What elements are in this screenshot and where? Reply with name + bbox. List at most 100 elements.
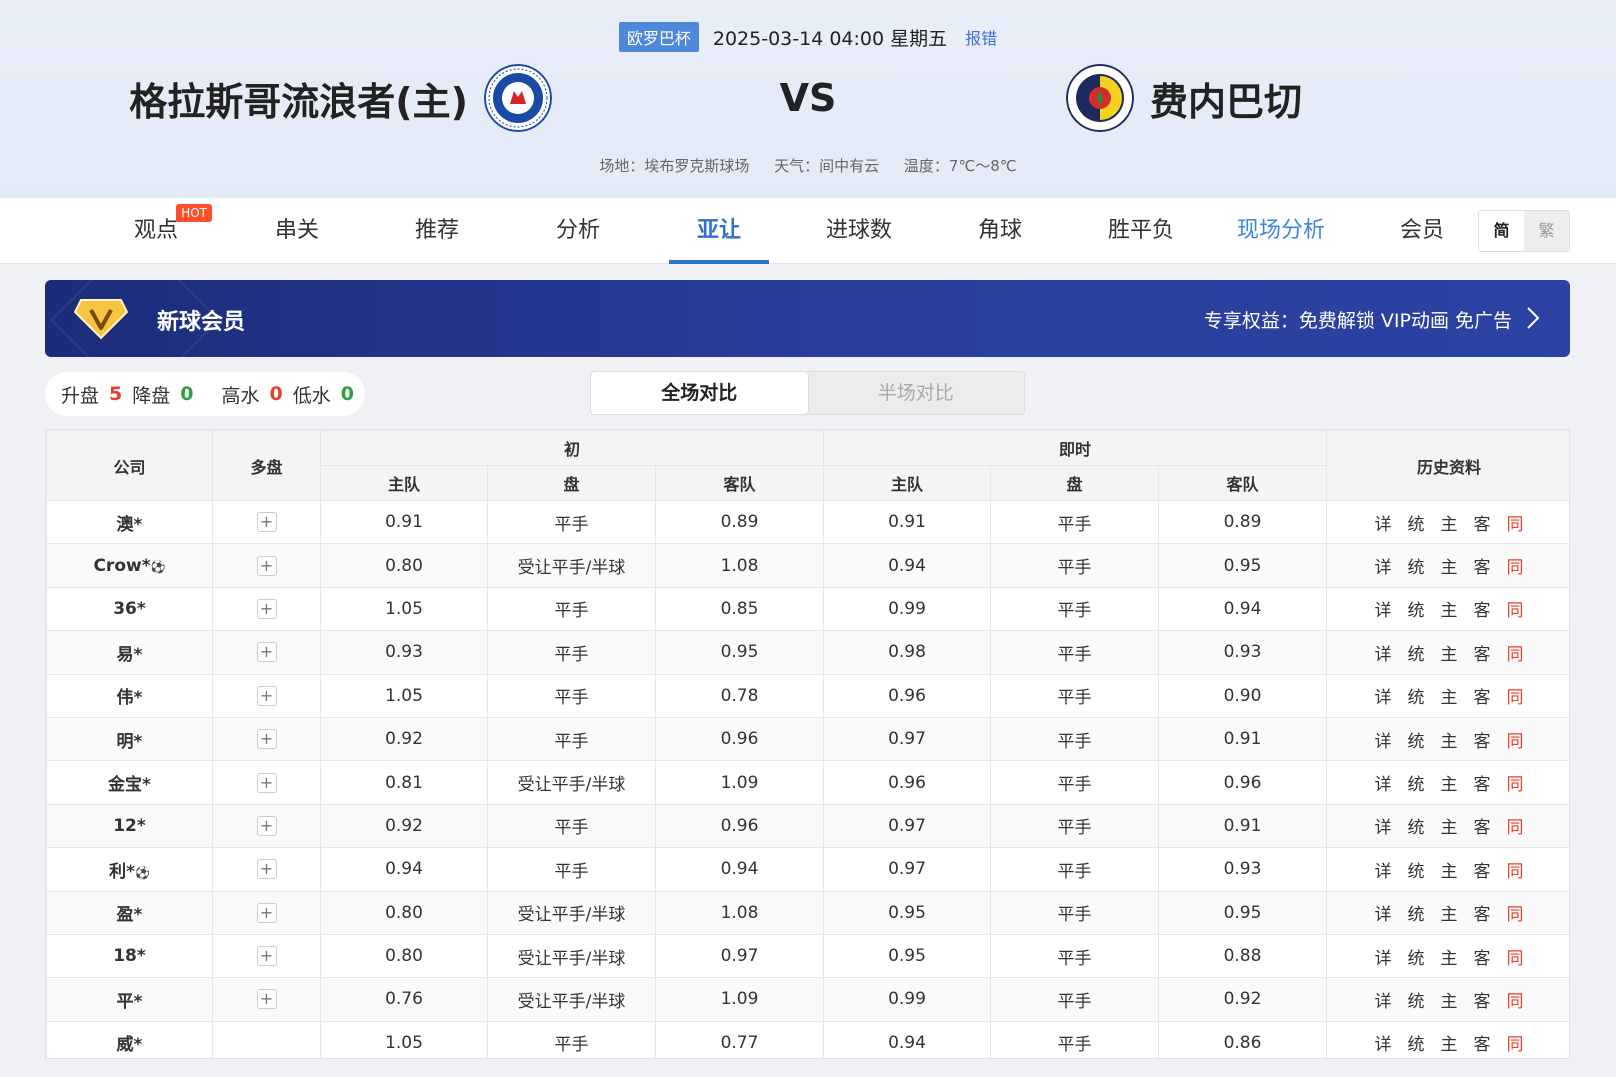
away-history-link[interactable]: 客 bbox=[1474, 944, 1491, 969]
same-handicap-link[interactable]: 同 bbox=[1507, 900, 1524, 925]
away-team[interactable]: 费内巴切 bbox=[1066, 64, 1302, 132]
detail-link[interactable]: 详 bbox=[1375, 857, 1392, 882]
stats-link[interactable]: 统 bbox=[1408, 900, 1425, 925]
tab-1x2[interactable]: 胜平负 bbox=[1091, 198, 1191, 264]
same-handicap-link[interactable]: 同 bbox=[1507, 987, 1524, 1012]
tab-analysis[interactable]: 分析 bbox=[528, 198, 628, 264]
same-handicap-link[interactable]: 同 bbox=[1507, 813, 1524, 838]
home-history-link[interactable]: 主 bbox=[1441, 640, 1458, 665]
detail-link[interactable]: 详 bbox=[1375, 987, 1392, 1012]
home-history-link[interactable]: 主 bbox=[1441, 987, 1458, 1012]
stats-link[interactable]: 统 bbox=[1408, 944, 1425, 969]
company-cell[interactable]: 澳* bbox=[46, 499, 213, 545]
away-history-link[interactable]: 客 bbox=[1474, 1030, 1491, 1055]
detail-link[interactable]: 详 bbox=[1375, 640, 1392, 665]
stats-link[interactable]: 统 bbox=[1408, 857, 1425, 882]
expand-plus-icon[interactable]: + bbox=[256, 555, 277, 576]
detail-link[interactable]: 详 bbox=[1375, 900, 1392, 925]
tab-corners[interactable]: 角球 bbox=[950, 198, 1050, 264]
company-cell[interactable]: 明* bbox=[46, 716, 213, 762]
away-history-link[interactable]: 客 bbox=[1474, 857, 1491, 882]
detail-link[interactable]: 详 bbox=[1375, 727, 1392, 752]
company-cell[interactable]: 易* bbox=[46, 630, 213, 675]
away-history-link[interactable]: 客 bbox=[1474, 727, 1491, 752]
expand-plus-icon[interactable]: + bbox=[256, 512, 277, 533]
stats-link[interactable]: 统 bbox=[1408, 770, 1425, 795]
lang-traditional-button[interactable]: 繁 bbox=[1524, 211, 1569, 251]
stats-link[interactable]: 统 bbox=[1408, 510, 1425, 535]
away-history-link[interactable]: 客 bbox=[1474, 640, 1491, 665]
away-history-link[interactable]: 客 bbox=[1474, 596, 1491, 621]
away-history-link[interactable]: 客 bbox=[1474, 813, 1491, 838]
home-history-link[interactable]: 主 bbox=[1441, 510, 1458, 535]
expand-plus-icon[interactable]: + bbox=[256, 946, 277, 967]
stats-link[interactable]: 统 bbox=[1408, 683, 1425, 708]
same-handicap-link[interactable]: 同 bbox=[1507, 553, 1524, 578]
tab-membership[interactable]: 会员 bbox=[1372, 198, 1472, 264]
home-history-link[interactable]: 主 bbox=[1441, 857, 1458, 882]
detail-link[interactable]: 详 bbox=[1375, 510, 1392, 535]
home-history-link[interactable]: 主 bbox=[1441, 770, 1458, 795]
detail-link[interactable]: 详 bbox=[1375, 813, 1392, 838]
tab-parlay[interactable]: 串关 bbox=[247, 198, 347, 264]
detail-link[interactable]: 详 bbox=[1375, 1030, 1392, 1055]
same-handicap-link[interactable]: 同 bbox=[1507, 1030, 1524, 1055]
away-history-link[interactable]: 客 bbox=[1474, 510, 1491, 535]
tab-viewpoint[interactable]: 观点 HOT bbox=[106, 198, 212, 264]
home-history-link[interactable]: 主 bbox=[1441, 553, 1458, 578]
full-match-tab[interactable]: 全场对比 bbox=[591, 372, 808, 414]
company-cell[interactable]: 平* bbox=[46, 977, 213, 1022]
detail-link[interactable]: 详 bbox=[1375, 683, 1392, 708]
same-handicap-link[interactable]: 同 bbox=[1507, 857, 1524, 882]
same-handicap-link[interactable]: 同 bbox=[1507, 596, 1524, 621]
detail-link[interactable]: 详 bbox=[1375, 553, 1392, 578]
stats-link[interactable]: 统 bbox=[1408, 727, 1425, 752]
away-history-link[interactable]: 客 bbox=[1474, 900, 1491, 925]
expand-plus-icon[interactable]: + bbox=[256, 598, 277, 619]
company-cell[interactable]: 金宝* bbox=[46, 760, 213, 805]
stats-link[interactable]: 统 bbox=[1408, 987, 1425, 1012]
report-error-link[interactable]: 报错 bbox=[965, 25, 997, 49]
stats-link[interactable]: 统 bbox=[1408, 813, 1425, 838]
vip-banner[interactable]: 新球会员 专享权益：免费解锁 VIP动画 免广告 bbox=[45, 280, 1570, 357]
same-handicap-link[interactable]: 同 bbox=[1507, 727, 1524, 752]
company-cell[interactable]: 18* bbox=[46, 933, 213, 979]
company-cell[interactable]: Crow*⚽ bbox=[46, 543, 213, 588]
expand-plus-icon[interactable]: + bbox=[256, 729, 277, 750]
lang-simplified-button[interactable]: 简 bbox=[1479, 211, 1524, 251]
company-cell[interactable]: 利*⚽ bbox=[46, 847, 213, 892]
home-history-link[interactable]: 主 bbox=[1441, 813, 1458, 838]
tab-asian-handicap[interactable]: 亚让 bbox=[669, 198, 769, 264]
expand-plus-icon[interactable]: + bbox=[256, 989, 277, 1010]
home-history-link[interactable]: 主 bbox=[1441, 1030, 1458, 1055]
tab-goals[interactable]: 进球数 bbox=[809, 198, 909, 264]
league-badge[interactable]: 欧罗巴杯 bbox=[618, 22, 699, 52]
home-history-link[interactable]: 主 bbox=[1441, 900, 1458, 925]
home-history-link[interactable]: 主 bbox=[1441, 944, 1458, 969]
expand-plus-icon[interactable]: + bbox=[256, 642, 277, 663]
stats-link[interactable]: 统 bbox=[1408, 1030, 1425, 1055]
home-history-link[interactable]: 主 bbox=[1441, 727, 1458, 752]
home-history-link[interactable]: 主 bbox=[1441, 683, 1458, 708]
away-history-link[interactable]: 客 bbox=[1474, 987, 1491, 1012]
half-time-tab[interactable]: 半场对比 bbox=[808, 372, 1025, 414]
expand-plus-icon[interactable]: + bbox=[256, 772, 277, 793]
company-cell[interactable]: 盈* bbox=[46, 890, 213, 935]
detail-link[interactable]: 详 bbox=[1375, 770, 1392, 795]
stats-link[interactable]: 统 bbox=[1408, 640, 1425, 665]
expand-plus-icon[interactable]: + bbox=[256, 859, 277, 880]
away-history-link[interactable]: 客 bbox=[1474, 553, 1491, 578]
detail-link[interactable]: 详 bbox=[1375, 944, 1392, 969]
stats-link[interactable]: 统 bbox=[1408, 553, 1425, 578]
tab-live-analysis[interactable]: 现场分析 bbox=[1231, 198, 1331, 264]
home-history-link[interactable]: 主 bbox=[1441, 596, 1458, 621]
stats-link[interactable]: 统 bbox=[1408, 596, 1425, 621]
away-history-link[interactable]: 客 bbox=[1474, 770, 1491, 795]
detail-link[interactable]: 详 bbox=[1375, 596, 1392, 621]
same-handicap-link[interactable]: 同 bbox=[1507, 510, 1524, 535]
company-cell[interactable]: 威* bbox=[46, 1020, 213, 1058]
same-handicap-link[interactable]: 同 bbox=[1507, 640, 1524, 665]
same-handicap-link[interactable]: 同 bbox=[1507, 944, 1524, 969]
company-cell[interactable]: 12* bbox=[46, 803, 213, 849]
expand-plus-icon[interactable]: + bbox=[256, 815, 277, 836]
